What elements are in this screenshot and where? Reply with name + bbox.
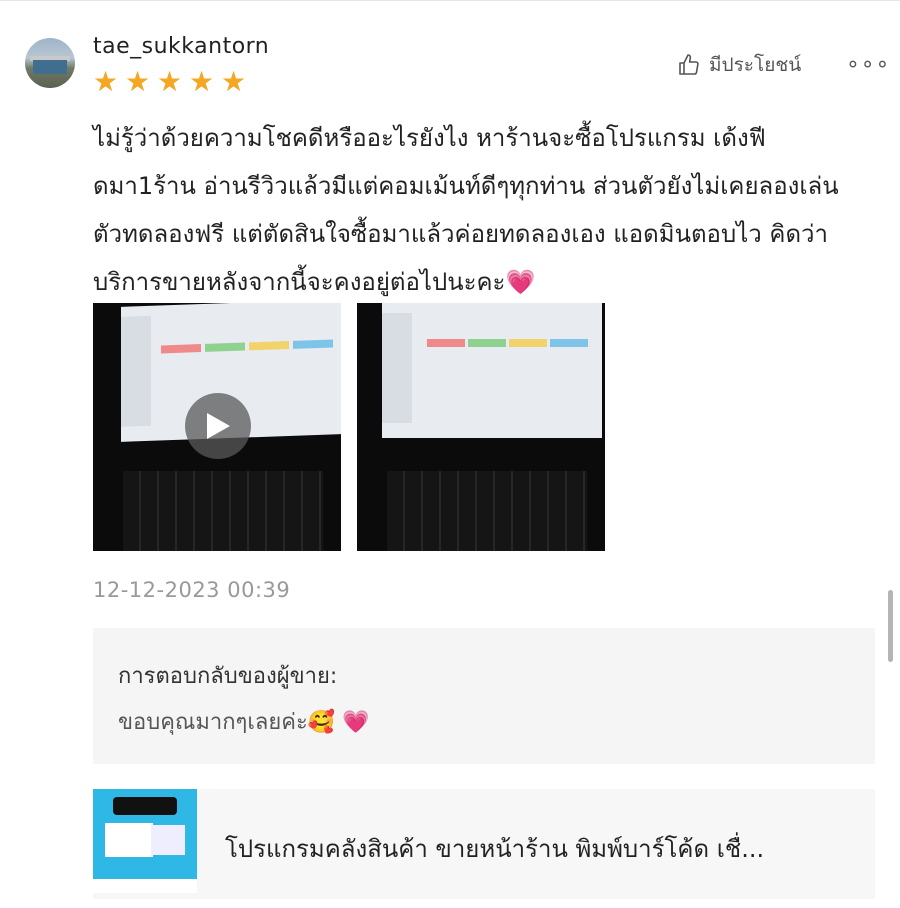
review-photo-thumbnail[interactable] [357,303,605,551]
star-icon: ★ [125,65,151,98]
product-thumbnail[interactable] [93,789,197,893]
star-icon: ★ [157,65,183,98]
reviewer-username[interactable]: tae_sukkantorn [93,34,269,59]
helpful-button[interactable]: มีประโยชน์ [677,50,801,80]
review-timestamp: 12-12-2023 00:39 [93,578,291,602]
helpful-label: มีประโยชน์ [709,54,802,76]
review-video-thumbnail[interactable] [93,303,341,551]
seller-reply-text: ขอบคุณมากๆเลยค่ะ🥰 💗 [118,710,370,735]
star-icon: ★ [221,65,247,98]
product-title[interactable]: โปรแกรมคลังสินค้า ขายหน้าร้าน พิมพ์บาร์โ… [225,829,764,868]
star-icon: ★ [93,65,119,98]
star-icon: ★ [189,65,215,98]
avatar[interactable] [25,38,75,88]
seller-reply: การตอบกลับของผู้ขาย: ขอบคุณมากๆเลยค่ะ🥰 💗 [93,628,875,764]
top-divider [0,0,900,1]
rating-stars: ★ ★ ★ ★ ★ [93,68,249,96]
review-text: ไม่รู้ว่าด้วยความโชคดีหรืออะไรยังไง หาร้… [93,124,839,296]
play-icon[interactable] [185,393,251,459]
scrollbar[interactable] [888,590,893,662]
more-options-icon[interactable]: ∘∘∘ [846,52,890,77]
seller-reply-title: การตอบกลับของผู้ขาย: [118,664,338,689]
product-card[interactable]: โปรแกรมคลังสินค้า ขายหน้าร้าน พิมพ์บาร์โ… [93,789,875,899]
thumbs-up-icon [679,54,699,75]
